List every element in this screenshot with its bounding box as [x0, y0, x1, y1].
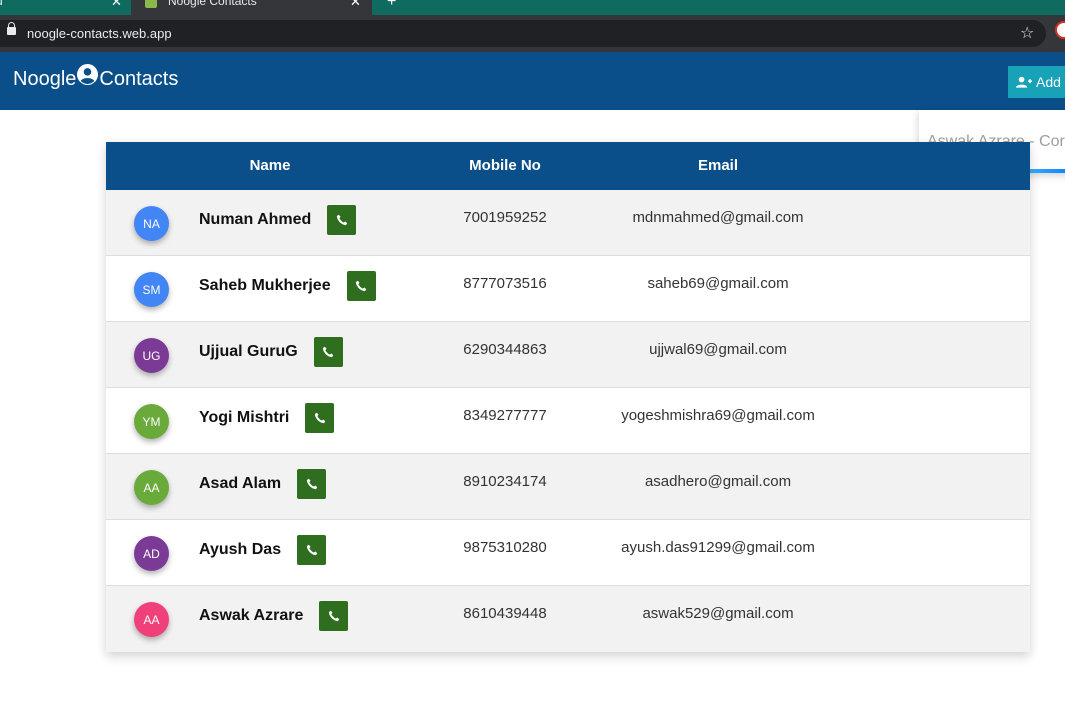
navbar: Noogle Contacts Add	[0, 52, 1065, 110]
table-row[interactable]: NA Numan Ahmed 7001959252 mdnmahmed@gmai…	[106, 190, 1030, 256]
contact-name-cell: Ayush Das	[199, 535, 327, 565]
contact-name: Asad Alam	[199, 475, 282, 492]
omnibox[interactable]: noogle-contacts.web.app ☆	[0, 20, 1046, 47]
table-row[interactable]: AA Asad Alam 8910234174 asadhero@gmail.c…	[106, 454, 1030, 520]
extension-icon[interactable]	[1055, 21, 1065, 39]
url-text[interactable]: noogle-contacts.web.app	[27, 26, 172, 41]
call-button[interactable]	[305, 403, 335, 433]
avatar-initials: AA	[143, 612, 160, 627]
mobile-number: 6290344863	[463, 341, 547, 358]
column-header-mobile: Mobile No	[469, 157, 541, 174]
avatar-initials: SM	[142, 282, 161, 297]
lock-icon[interactable]	[7, 22, 16, 35]
brand-logo[interactable]: Noogle Contacts	[13, 64, 179, 91]
phone-icon	[328, 610, 340, 622]
call-button[interactable]	[297, 469, 327, 499]
favicon-icon	[145, 0, 157, 8]
table-row[interactable]: AD Ayush Das 9875310280 ayush.das91299@g…	[106, 520, 1030, 586]
avatar: SM	[134, 272, 169, 307]
avatar-initials: NA	[143, 216, 160, 231]
browser-tab[interactable]: d ✕	[0, 0, 131, 15]
email-address: ujjwal69@gmail.com	[649, 341, 787, 358]
email-address: aswak529@gmail.com	[642, 605, 794, 622]
email-address: yogeshmishra69@gmail.com	[621, 407, 815, 424]
avatar: YM	[134, 404, 169, 439]
column-header-email: Email	[697, 157, 739, 174]
email-address: asadhero@gmail.com	[644, 473, 792, 490]
call-button[interactable]	[313, 337, 343, 367]
add-contact-button[interactable]: Add	[1008, 66, 1065, 98]
contact-name: Numan Ahmed	[199, 211, 312, 228]
user-plus-icon	[1016, 76, 1032, 88]
add-button-label: Add	[1036, 74, 1061, 90]
email-address: saheb69@gmail.com	[647, 275, 789, 292]
call-button[interactable]	[297, 535, 327, 565]
call-button[interactable]	[346, 271, 376, 301]
contact-name: Saheb Mukherjee	[199, 277, 331, 294]
mobile-number: 8910234174	[463, 473, 547, 490]
mobile-number: 9875310280	[463, 539, 547, 556]
address-bar: noogle-contacts.web.app ☆	[0, 15, 1065, 52]
table-row[interactable]: UG Ujjual GuruG 6290344863 ujjwal69@gmai…	[106, 322, 1030, 388]
contact-name: Aswak Azrare	[199, 607, 304, 624]
contacts-table: Name Mobile No Email NA Numan Ahmed 7001…	[106, 142, 1030, 652]
new-tab-icon[interactable]: +	[387, 0, 396, 11]
phone-icon	[336, 214, 348, 226]
mobile-number: 8349277777	[463, 407, 547, 424]
phone-icon	[306, 544, 317, 556]
table-row[interactable]: SM Saheb Mukherjee 8777073516 saheb69@gm…	[106, 256, 1030, 322]
contact-name: Ujjual GuruG	[199, 343, 298, 360]
avatar-initials: UG	[142, 348, 161, 363]
table-row[interactable]: YM Yogi Mishtri 8349277777 yogeshmishra6…	[106, 388, 1030, 454]
email-address: ayush.das91299@gmail.com	[621, 539, 815, 556]
close-icon[interactable]: ✕	[350, 0, 361, 10]
mobile-number: 7001959252	[463, 209, 547, 226]
contact-name-cell: Asad Alam	[199, 469, 327, 499]
avatar: AA	[134, 602, 169, 637]
contact-name-cell: Saheb Mukherjee	[199, 271, 376, 301]
phone-icon	[314, 412, 326, 424]
contact-name-cell: Aswak Azrare	[199, 601, 349, 631]
column-header-name: Name	[249, 157, 291, 174]
call-button[interactable]	[327, 205, 357, 235]
phone-icon	[356, 280, 367, 292]
table-row[interactable]: AA Aswak Azrare 8610439448 aswak529@gmai…	[106, 586, 1030, 652]
contact-name: Yogi Mishtri	[199, 409, 290, 426]
phone-icon	[323, 346, 334, 358]
browser-tabstrip: d ✕ Noogle Contacts ✕ +	[0, 0, 1065, 15]
contact-name-cell: Numan Ahmed	[199, 205, 357, 235]
phone-icon	[306, 478, 317, 490]
contact-name: Ayush Das	[199, 541, 282, 558]
table-header: Name Mobile No Email	[106, 142, 1030, 190]
close-icon[interactable]: ✕	[111, 0, 122, 10]
avatar-initials: AD	[143, 546, 160, 561]
tab-title: Noogle Contacts	[168, 0, 257, 8]
mobile-number: 8777073516	[463, 275, 547, 292]
email-address: mdnmahmed@gmail.com	[632, 209, 804, 226]
avatar-initials: YM	[142, 414, 161, 429]
star-icon[interactable]: ☆	[1020, 23, 1034, 42]
brand-text-right: Contacts	[99, 68, 179, 90]
contact-name-cell: Yogi Mishtri	[199, 403, 335, 433]
brand-text-left: Noogle	[13, 68, 77, 90]
call-button[interactable]	[319, 601, 349, 631]
avatar: NA	[134, 206, 169, 241]
avatar: AD	[134, 536, 169, 571]
avatar: UG	[134, 338, 169, 373]
contact-name-cell: Ujjual GuruG	[199, 337, 343, 367]
avatar: AA	[134, 470, 169, 505]
browser-tab-active[interactable]: Noogle Contacts ✕	[131, 0, 372, 15]
user-circle-icon	[77, 64, 99, 85]
tab-title: d	[0, 0, 3, 8]
avatar-initials: AA	[143, 480, 160, 495]
mobile-number: 8610439448	[463, 605, 547, 622]
